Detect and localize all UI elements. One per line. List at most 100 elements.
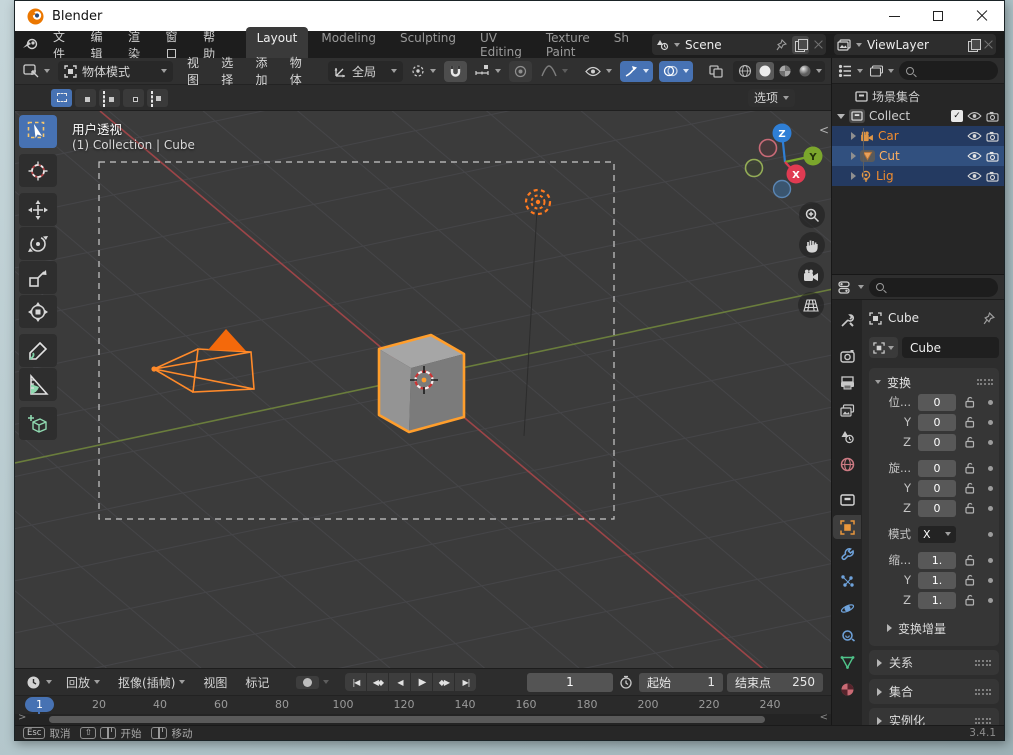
light-expand-icon[interactable]: [851, 172, 856, 180]
tab-output[interactable]: [833, 371, 861, 395]
blender-menu-icon[interactable]: [23, 38, 38, 51]
object-id-icon-button[interactable]: [869, 337, 898, 358]
timeline-collapse-icon[interactable]: <: [820, 712, 828, 723]
rotation-x-animate-dot[interactable]: [988, 465, 993, 471]
object-name-input[interactable]: Cube: [902, 337, 999, 358]
tool-rotate[interactable]: [19, 227, 57, 260]
proportional-falloff-button[interactable]: [538, 61, 571, 82]
camera-expand-icon[interactable]: [851, 132, 856, 140]
instancing-panel[interactable]: 实例化: [869, 708, 999, 725]
scale-x-animate-dot[interactable]: [988, 557, 993, 563]
tool-transform[interactable]: [19, 295, 57, 328]
mode-selector[interactable]: 物体模式: [58, 60, 173, 82]
transform-panel-header[interactable]: 变换: [873, 372, 995, 392]
camera-hide-eye-icon[interactable]: [967, 131, 982, 141]
shading-solid-button[interactable]: [756, 62, 774, 80]
tool-cursor[interactable]: [19, 154, 57, 187]
pan-button[interactable]: [799, 232, 825, 258]
timeline-menu-keying[interactable]: 抠像(插帧): [111, 671, 192, 694]
properties-editor-type-button[interactable]: [838, 280, 853, 294]
delta-transform-subpanel[interactable]: 变换增量: [873, 618, 995, 638]
scale-x-field[interactable]: 1.: [918, 551, 956, 569]
tab-scene[interactable]: [833, 425, 861, 449]
cube-render-toggle-icon[interactable]: [986, 151, 999, 162]
location-z-lock-icon[interactable]: [961, 436, 979, 448]
pin-icon[interactable]: [776, 38, 787, 51]
location-z-animate-dot[interactable]: [988, 439, 993, 445]
tab-particles[interactable]: [833, 569, 861, 593]
overlays-toggle-button[interactable]: [659, 60, 693, 82]
scale-x-lock-icon[interactable]: [961, 554, 979, 566]
outliner-editor-type-button[interactable]: [838, 64, 852, 77]
cube-expand-icon[interactable]: [851, 152, 856, 160]
select-mode-intersect-button[interactable]: [147, 88, 168, 107]
play-button[interactable]: ▶: [411, 673, 433, 691]
location-x-lock-icon[interactable]: [961, 396, 979, 408]
tool-move[interactable]: [19, 193, 57, 226]
tool-annotate[interactable]: [19, 334, 57, 367]
rotation-mode-dropdown[interactable]: X: [918, 525, 956, 543]
current-frame-indicator[interactable]: 1: [25, 697, 54, 712]
transform-orientation-selector[interactable]: 全局: [328, 60, 403, 82]
location-y-animate-dot[interactable]: [988, 419, 993, 425]
outliner-editor-chevron-icon[interactable]: [857, 68, 863, 73]
panel-grip-icon[interactable]: [975, 659, 991, 666]
timeline-menu-view[interactable]: 视图: [196, 671, 234, 694]
panel-grip-icon[interactable]: [975, 688, 991, 695]
maximize-button[interactable]: [916, 1, 960, 31]
camera-render-toggle-icon[interactable]: [986, 131, 999, 142]
snap-toggle-button[interactable]: [444, 60, 467, 82]
play-reverse-button[interactable]: ◀: [389, 673, 411, 691]
location-y-lock-icon[interactable]: [961, 416, 979, 428]
tab-physics[interactable]: [833, 596, 861, 620]
light-render-toggle-icon[interactable]: [986, 171, 999, 182]
auto-keying-button[interactable]: [296, 675, 320, 689]
shading-rendered-button[interactable]: [796, 62, 814, 80]
tool-measure[interactable]: [19, 368, 57, 401]
cube-object-name[interactable]: Cut: [879, 149, 963, 163]
tab-object[interactable]: [833, 515, 861, 539]
timeline-menu-marker[interactable]: 标记: [238, 671, 276, 694]
outliner-row-collection[interactable]: Collect ✓: [832, 106, 1004, 126]
gizmos-toggle-button[interactable]: [620, 60, 653, 82]
light-object-name[interactable]: Lig: [876, 169, 963, 183]
scene-browse-chevron-icon[interactable]: [673, 42, 680, 47]
scale-y-lock-icon[interactable]: [961, 574, 979, 586]
use-preview-range-icon[interactable]: [619, 675, 633, 689]
select-mode-extend-button[interactable]: [75, 88, 96, 107]
light-hide-eye-icon[interactable]: [967, 171, 982, 181]
collections-panel[interactable]: 集合: [869, 679, 999, 704]
camera-view-button[interactable]: [798, 262, 824, 288]
sidebar-collapse-icon[interactable]: <: [819, 123, 829, 137]
remove-view-layer-icon[interactable]: [984, 40, 993, 49]
tab-tool[interactable]: [833, 308, 861, 332]
prev-keyframe-button[interactable]: ◀◆: [367, 673, 389, 691]
collection-name[interactable]: Collect: [869, 109, 947, 123]
camera-object-name[interactable]: Car: [878, 129, 963, 143]
outliner-row-camera[interactable]: Car: [832, 126, 1004, 146]
collection-hide-eye-icon[interactable]: [967, 111, 982, 121]
timeline-editor-type-button[interactable]: [23, 672, 55, 693]
rotation-y-animate-dot[interactable]: [988, 485, 993, 491]
pivot-point-button[interactable]: [409, 61, 438, 82]
scale-y-field[interactable]: 1.: [918, 571, 956, 589]
minimize-button[interactable]: [872, 1, 916, 31]
select-mode-subtract-button[interactable]: [99, 88, 120, 107]
timeline-menu-playback[interactable]: 回放: [59, 671, 107, 694]
location-x-field[interactable]: 0: [918, 393, 956, 411]
cube-object[interactable]: [377, 333, 466, 434]
view-layer-browse-chevron-icon[interactable]: [855, 42, 862, 47]
show-object-types-button[interactable]: [583, 61, 614, 82]
shading-material-button[interactable]: [776, 62, 794, 80]
tab-world[interactable]: [833, 452, 861, 476]
tab-modifiers[interactable]: [833, 542, 861, 566]
select-mode-set-button[interactable]: [51, 88, 72, 107]
pin-id-icon[interactable]: [983, 311, 995, 325]
collection-render-camera-icon[interactable]: [986, 111, 999, 122]
view-layer-icon[interactable]: [837, 38, 851, 51]
scale-z-field[interactable]: 1.: [918, 591, 956, 609]
tab-object-data[interactable]: [833, 650, 861, 674]
close-button[interactable]: [960, 1, 1004, 31]
scene-name[interactable]: Scene: [685, 38, 771, 52]
rotation-x-lock-icon[interactable]: [961, 462, 979, 474]
